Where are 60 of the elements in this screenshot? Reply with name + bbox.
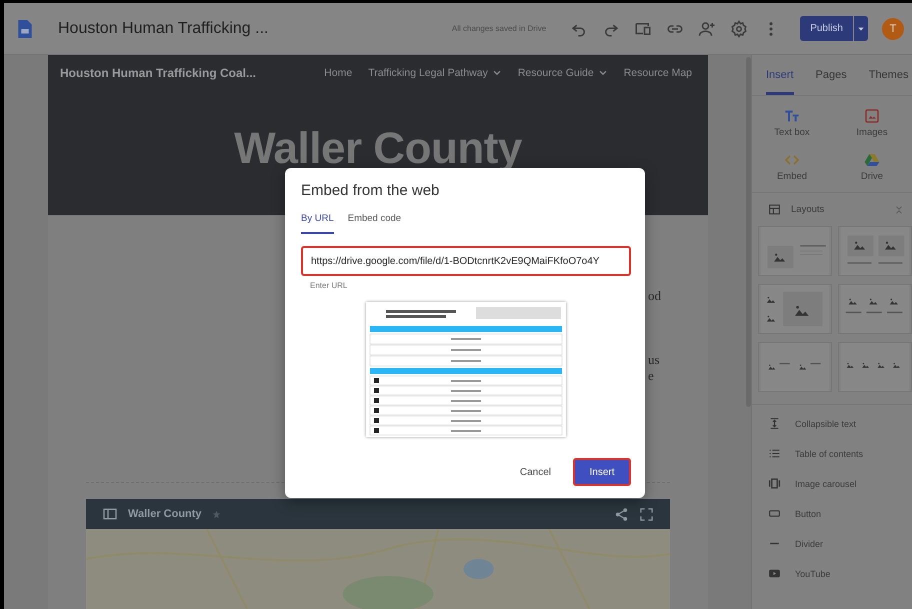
insert-button[interactable]: Insert [573,458,631,486]
insert-option[interactable]: Embed [752,152,832,182]
page-title: Waller County [233,124,523,174]
cancel-button[interactable]: Cancel [508,458,563,486]
dialog-tab[interactable]: By URL [301,213,334,234]
nav-link[interactable]: Resource Map [624,67,692,79]
insert-option[interactable]: Text box [752,108,832,138]
insert-option[interactable]: Drive [832,152,912,182]
layout-thumbnail-drawing [759,285,831,333]
document-title[interactable]: Houston Human Trafficking ... [58,20,438,38]
caret-icon [857,24,865,32]
save-status: All changes saved in Drive [452,24,546,33]
field-hint: Enter URL [310,281,348,290]
dialog-title: Embed from the web [301,182,440,199]
url-input-field[interactable]: https://drive.google.com/file/d/1-BODtcnrtK2vE9QMaiFKfoO7o4Y [301,246,631,276]
insert-option[interactable]: Images [832,108,912,138]
section-label: Layouts [791,204,826,215]
carousel-icon [768,477,781,490]
layout-thumbnail-drawing [759,343,831,391]
panel-tab[interactable]: Themes [868,55,908,95]
settings-icon[interactable] [730,20,748,38]
drive-icon [864,152,880,168]
layout-option[interactable] [838,226,912,276]
component-item[interactable]: Collapsible text [768,417,912,430]
collapse-icon[interactable] [894,204,904,214]
layout-thumbnail-drawing [759,227,831,275]
video-icon [768,567,781,580]
layout-option[interactable] [758,284,832,334]
nav-link[interactable]: Trafficking Legal Pathway [368,67,502,79]
layout-icon [768,203,781,216]
publish-button[interactable]: Publish [800,16,853,41]
text-box-icon [784,108,800,124]
site-title[interactable]: Houston Human Trafficking Coal... [60,66,324,80]
publish-dropdown-button[interactable] [854,16,868,41]
add-person-icon[interactable] [698,20,716,38]
component-item[interactable]: Divider [768,537,912,550]
collapsible-text-icon [768,417,781,430]
avatar[interactable]: T [882,18,904,40]
share-icon[interactable] [614,506,629,522]
map-title: Waller County [128,508,202,520]
nav-link[interactable]: Resource Guide [518,67,608,79]
list-icon [768,447,781,460]
component-item[interactable]: Button [768,507,912,520]
paragraph-fragment: od [648,288,662,304]
sidebar-icon[interactable] [102,506,118,522]
panel-tab[interactable]: Pages [816,55,847,95]
document-icon [16,18,34,40]
paragraph-fragment: e [648,368,655,384]
component-item[interactable]: Table of contents [768,447,912,460]
nav-link[interactable]: Home [324,67,352,79]
paragraph-fragment: us [648,352,661,368]
dialog-tab[interactable]: Embed code [348,213,402,234]
scrollbar[interactable] [746,57,751,407]
star-icon[interactable] [212,510,221,518]
image-icon [864,108,880,124]
layout-option[interactable] [838,284,912,334]
fullscreen-icon[interactable] [639,506,654,522]
component-item[interactable]: Image carousel [768,477,912,490]
component-item[interactable]: YouTube [768,567,912,580]
panel-tab[interactable]: Insert [766,55,794,95]
